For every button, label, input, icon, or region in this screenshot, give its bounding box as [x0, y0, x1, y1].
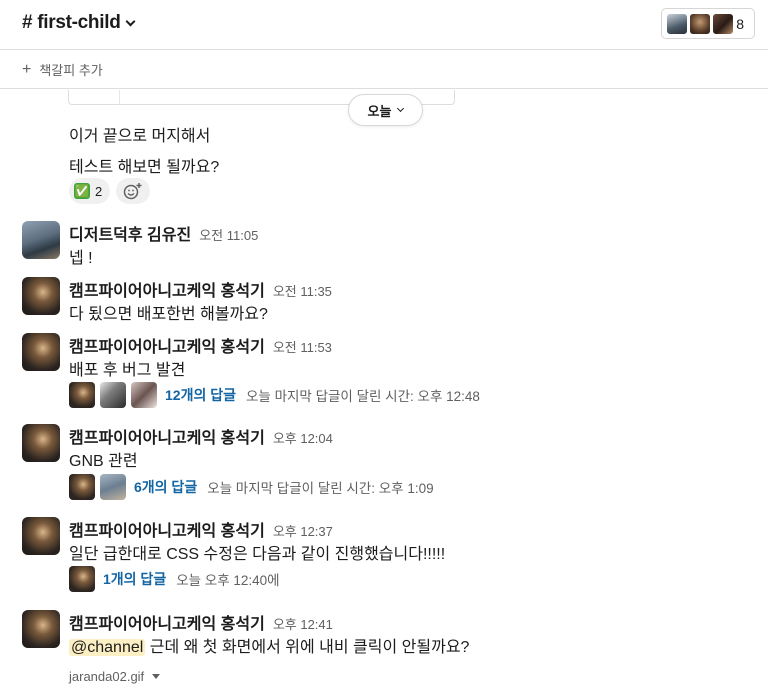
avatar[interactable] — [22, 424, 60, 462]
message-text: 테스트 해보면 될까요? — [69, 159, 220, 176]
timestamp[interactable]: 오전 11:53 — [273, 340, 332, 355]
channel-name-button[interactable]: # first-child — [22, 12, 135, 34]
timestamp[interactable]: 오전 11:05 — [199, 228, 258, 243]
message-header: 캠프파이어아니고케익 홍석기 오후 12:41 — [69, 610, 333, 634]
reply-avatar — [69, 474, 95, 500]
reaction-count: 2 — [95, 183, 103, 199]
member-count: 8 — [736, 15, 744, 32]
member-avatar — [712, 12, 734, 35]
message-header: 캠프파이어아니고케익 홍석기 오후 12:37 — [69, 517, 333, 541]
author-name[interactable]: 디저트덕후 김유진 — [69, 227, 191, 244]
plus-icon: + — [22, 60, 32, 78]
channel-header: # first-child 8 — [0, 0, 768, 50]
message-text: GNB 관련 — [69, 453, 138, 470]
avatar[interactable] — [22, 221, 60, 259]
message-header: 디저트덕후 김유진 오전 11:05 — [69, 221, 258, 245]
reply-count-link[interactable]: 1개의 답글 — [103, 569, 166, 589]
message-text: 넵 ! — [69, 250, 93, 267]
timestamp[interactable]: 오후 12:41 — [273, 617, 333, 632]
author-name[interactable]: 캠프파이어아니고케익 홍석기 — [69, 339, 265, 356]
member-list-button[interactable]: 8 — [661, 8, 755, 39]
member-avatar — [689, 12, 711, 35]
reaction-pill[interactable]: ✅ 2 — [69, 178, 111, 204]
caret-down-icon[interactable] — [152, 674, 161, 679]
thread-replies[interactable]: 1개의 답글 오늘 오후 12:40에 — [69, 566, 280, 592]
last-reply-time: 오늘 마지막 답글이 달린 시간: 오후 1:09 — [207, 481, 434, 496]
message-text: 일단 급한대로 CSS 수정은 다음과 같이 진행했습니다!!!!! — [69, 546, 446, 563]
message-body: 근데 왜 첫 화면에서 위에 내비 클릭이 안될까요? — [145, 639, 470, 656]
file-attachment-header[interactable]: jaranda02.gif — [69, 669, 161, 684]
author-name[interactable]: 캠프파이어아니고케익 홍석기 — [69, 430, 265, 447]
day-divider-label: 오늘 — [367, 103, 392, 119]
reply-avatar — [69, 566, 95, 592]
reply-avatar — [69, 382, 95, 408]
channel-mention[interactable]: @channel — [69, 639, 146, 656]
timestamp[interactable]: 오후 12:37 — [273, 524, 333, 539]
author-name[interactable]: 캠프파이어아니고케익 홍석기 — [69, 283, 265, 300]
message-header: 캠프파이어아니고케익 홍석기 오후 12:04 — [69, 424, 333, 448]
author-name[interactable]: 캠프파이어아니고케익 홍석기 — [69, 616, 265, 633]
message-list[interactable]: 오늘 이거 끝으로 머지해서 테스트 해보면 될까요? ✅ 2 디저트덕후 김유… — [0, 90, 768, 690]
reply-avatar — [131, 382, 157, 408]
message-text: 이거 끝으로 머지해서 — [69, 128, 211, 145]
bookmarks-bar: + 책갈피 추가 — [0, 51, 768, 89]
day-divider-button[interactable]: 오늘 — [348, 94, 423, 126]
message-header: 캠프파이어아니고케익 홍석기 오전 11:53 — [69, 333, 332, 357]
file-name[interactable]: jaranda02.gif — [69, 669, 144, 684]
timestamp[interactable]: 오후 12:04 — [273, 431, 333, 446]
add-bookmark-button[interactable]: 책갈피 추가 — [39, 60, 102, 79]
message-header: 캠프파이어아니고케익 홍석기 오전 11:35 — [69, 277, 332, 301]
reply-count-link[interactable]: 12개의 답글 — [165, 385, 236, 405]
message-text: @channel 근데 왜 첫 화면에서 위에 내비 클릭이 안될까요? — [69, 633, 469, 657]
thread-replies[interactable]: 12개의 답글 오늘 마지막 답글이 달린 시간: 오후 12:48 — [69, 382, 480, 408]
reactions-row: ✅ 2 — [69, 178, 151, 204]
avatar[interactable] — [22, 277, 60, 315]
check-mark-emoji-icon: ✅ — [74, 183, 90, 199]
author-name[interactable]: 캠프파이어아니고케익 홍석기 — [69, 523, 265, 540]
reply-avatar — [100, 474, 126, 500]
thread-replies[interactable]: 6개의 답글 오늘 마지막 답글이 달린 시간: 오후 1:09 — [69, 474, 434, 500]
card-divider — [119, 90, 120, 105]
chevron-down-icon — [125, 16, 135, 26]
channel-name: # first-child — [22, 12, 121, 33]
add-reaction-button[interactable] — [116, 178, 151, 204]
message-text: 다 됬으면 배포한번 해볼까요? — [69, 306, 268, 323]
reply-avatar — [100, 382, 126, 408]
add-emoji-icon — [123, 183, 142, 200]
last-reply-time: 오늘 마지막 답글이 달린 시간: 오후 12:48 — [245, 389, 480, 404]
timestamp[interactable]: 오전 11:35 — [273, 284, 332, 299]
reply-count-link[interactable]: 6개의 답글 — [134, 477, 197, 497]
avatar[interactable] — [22, 517, 60, 555]
member-avatar — [666, 12, 688, 35]
message-text: 배포 후 버그 발견 — [69, 362, 186, 379]
avatar[interactable] — [22, 333, 60, 371]
last-reply-time: 오늘 오후 12:40에 — [176, 573, 280, 588]
avatar[interactable] — [22, 610, 60, 648]
chevron-down-icon — [397, 104, 405, 113]
